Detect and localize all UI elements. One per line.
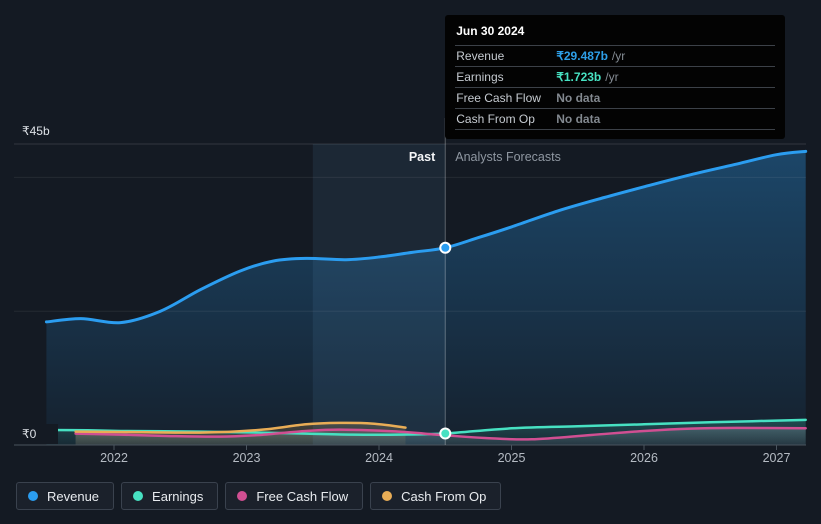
tooltip-value: No data	[556, 91, 601, 105]
tooltip-suffix: /yr	[605, 70, 619, 84]
legend-item-earnings[interactable]: Earnings	[121, 482, 219, 510]
analysts-forecasts-label: Analysts Forecasts	[455, 150, 561, 164]
legend-label: Earnings	[152, 488, 204, 504]
x-axis-label-2024: 2024	[365, 451, 393, 465]
tooltip-value: ₹29.487b	[556, 49, 608, 63]
x-axis-label-2026: 2026	[630, 451, 658, 465]
legend-label: Revenue	[47, 488, 100, 504]
tooltip-value: ₹1.723b	[556, 70, 602, 84]
y-axis-zero-label: ₹0	[0, 424, 58, 444]
tooltip-value: No data	[556, 112, 601, 126]
free-cash-flow-dot-icon	[237, 491, 248, 501]
tooltip-label: Free Cash Flow	[456, 91, 541, 105]
y-axis-max-label: ₹45b	[22, 124, 50, 138]
x-axis-label-2022: 2022	[100, 451, 128, 465]
hovered-year-band	[312, 144, 446, 445]
tooltip-label: Earnings	[456, 70, 504, 84]
legend-item-free-cash-flow[interactable]: Free Cash Flow	[225, 482, 364, 510]
tooltip-date: Jun 30 2024	[456, 24, 525, 38]
x-axis-label-2025: 2025	[497, 451, 526, 465]
tooltip-row-cash-from-op: Cash From Op No data	[455, 108, 776, 129]
past-label: Past	[408, 150, 436, 164]
tooltip-row-free-cash-flow: Free Cash Flow No data	[455, 87, 776, 108]
tooltip-label: Revenue	[456, 49, 505, 63]
revenue-dot-icon	[28, 491, 38, 501]
tooltip-row-earnings: Earnings ₹1.723b /yr	[455, 66, 776, 87]
earnings-marker[interactable]	[439, 427, 452, 440]
legend-label: Cash From Op	[401, 488, 487, 504]
tooltip-row-revenue: Revenue ₹29.487b /yr	[455, 45, 776, 66]
x-axis-label-2023: 2023	[232, 451, 261, 465]
cash-from-op-dot-icon	[382, 491, 393, 501]
revenue-marker[interactable]	[439, 241, 452, 254]
earnings-revenue-growth-chart: ₹45b ₹0 Past Analysts Forecasts Jun 30 2…	[0, 0, 821, 524]
hover-tooltip: Jun 30 2024 Revenue ₹29.487b /yr Earning…	[445, 15, 786, 139]
chart-legend: Revenue Earnings Free Cash Flow Cash Fro…	[16, 482, 502, 510]
legend-item-revenue[interactable]: Revenue	[16, 482, 115, 510]
tooltip-rows: Revenue ₹29.487b /yr Earnings ₹1.723b /y…	[455, 45, 776, 130]
legend-label: Free Cash Flow	[256, 488, 349, 504]
x-axis-label-2027: 2027	[762, 451, 791, 465]
earnings-dot-icon	[133, 491, 144, 501]
tooltip-label: Cash From Op	[456, 112, 535, 126]
legend-item-cash-from-op[interactable]: Cash From Op	[370, 482, 502, 510]
tooltip-suffix: /yr	[611, 49, 626, 63]
